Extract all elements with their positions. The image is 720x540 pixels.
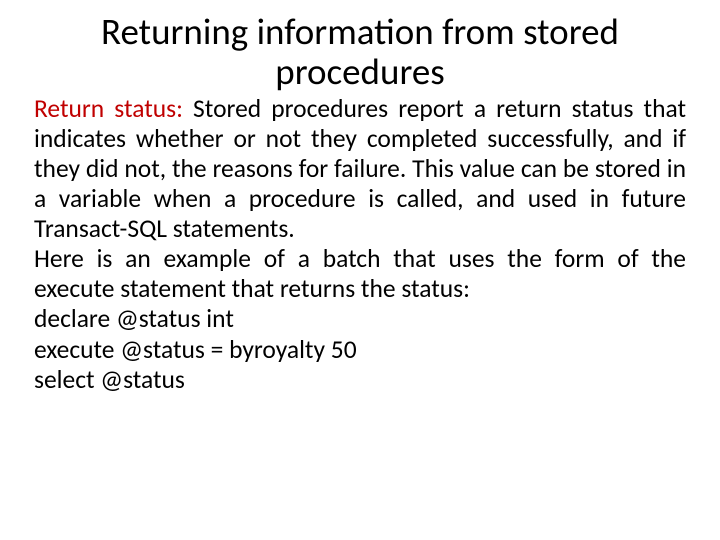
return-status-label: Return status:: [34, 93, 183, 124]
paragraph-example-intro: Here is an example of a batch that uses …: [34, 244, 686, 304]
code-line-execute: execute @status = byroyalty 50: [34, 335, 686, 365]
paragraph-return-status: Return status: Stored procedures report …: [34, 94, 686, 244]
code-line-declare: declare @status int: [34, 304, 686, 334]
code-line-select: select @status: [34, 365, 686, 395]
slide-body: Return status: Stored procedures report …: [34, 94, 686, 395]
slide: Returning information from stored proced…: [0, 0, 720, 540]
slide-title: Returning information from stored proced…: [50, 12, 670, 92]
